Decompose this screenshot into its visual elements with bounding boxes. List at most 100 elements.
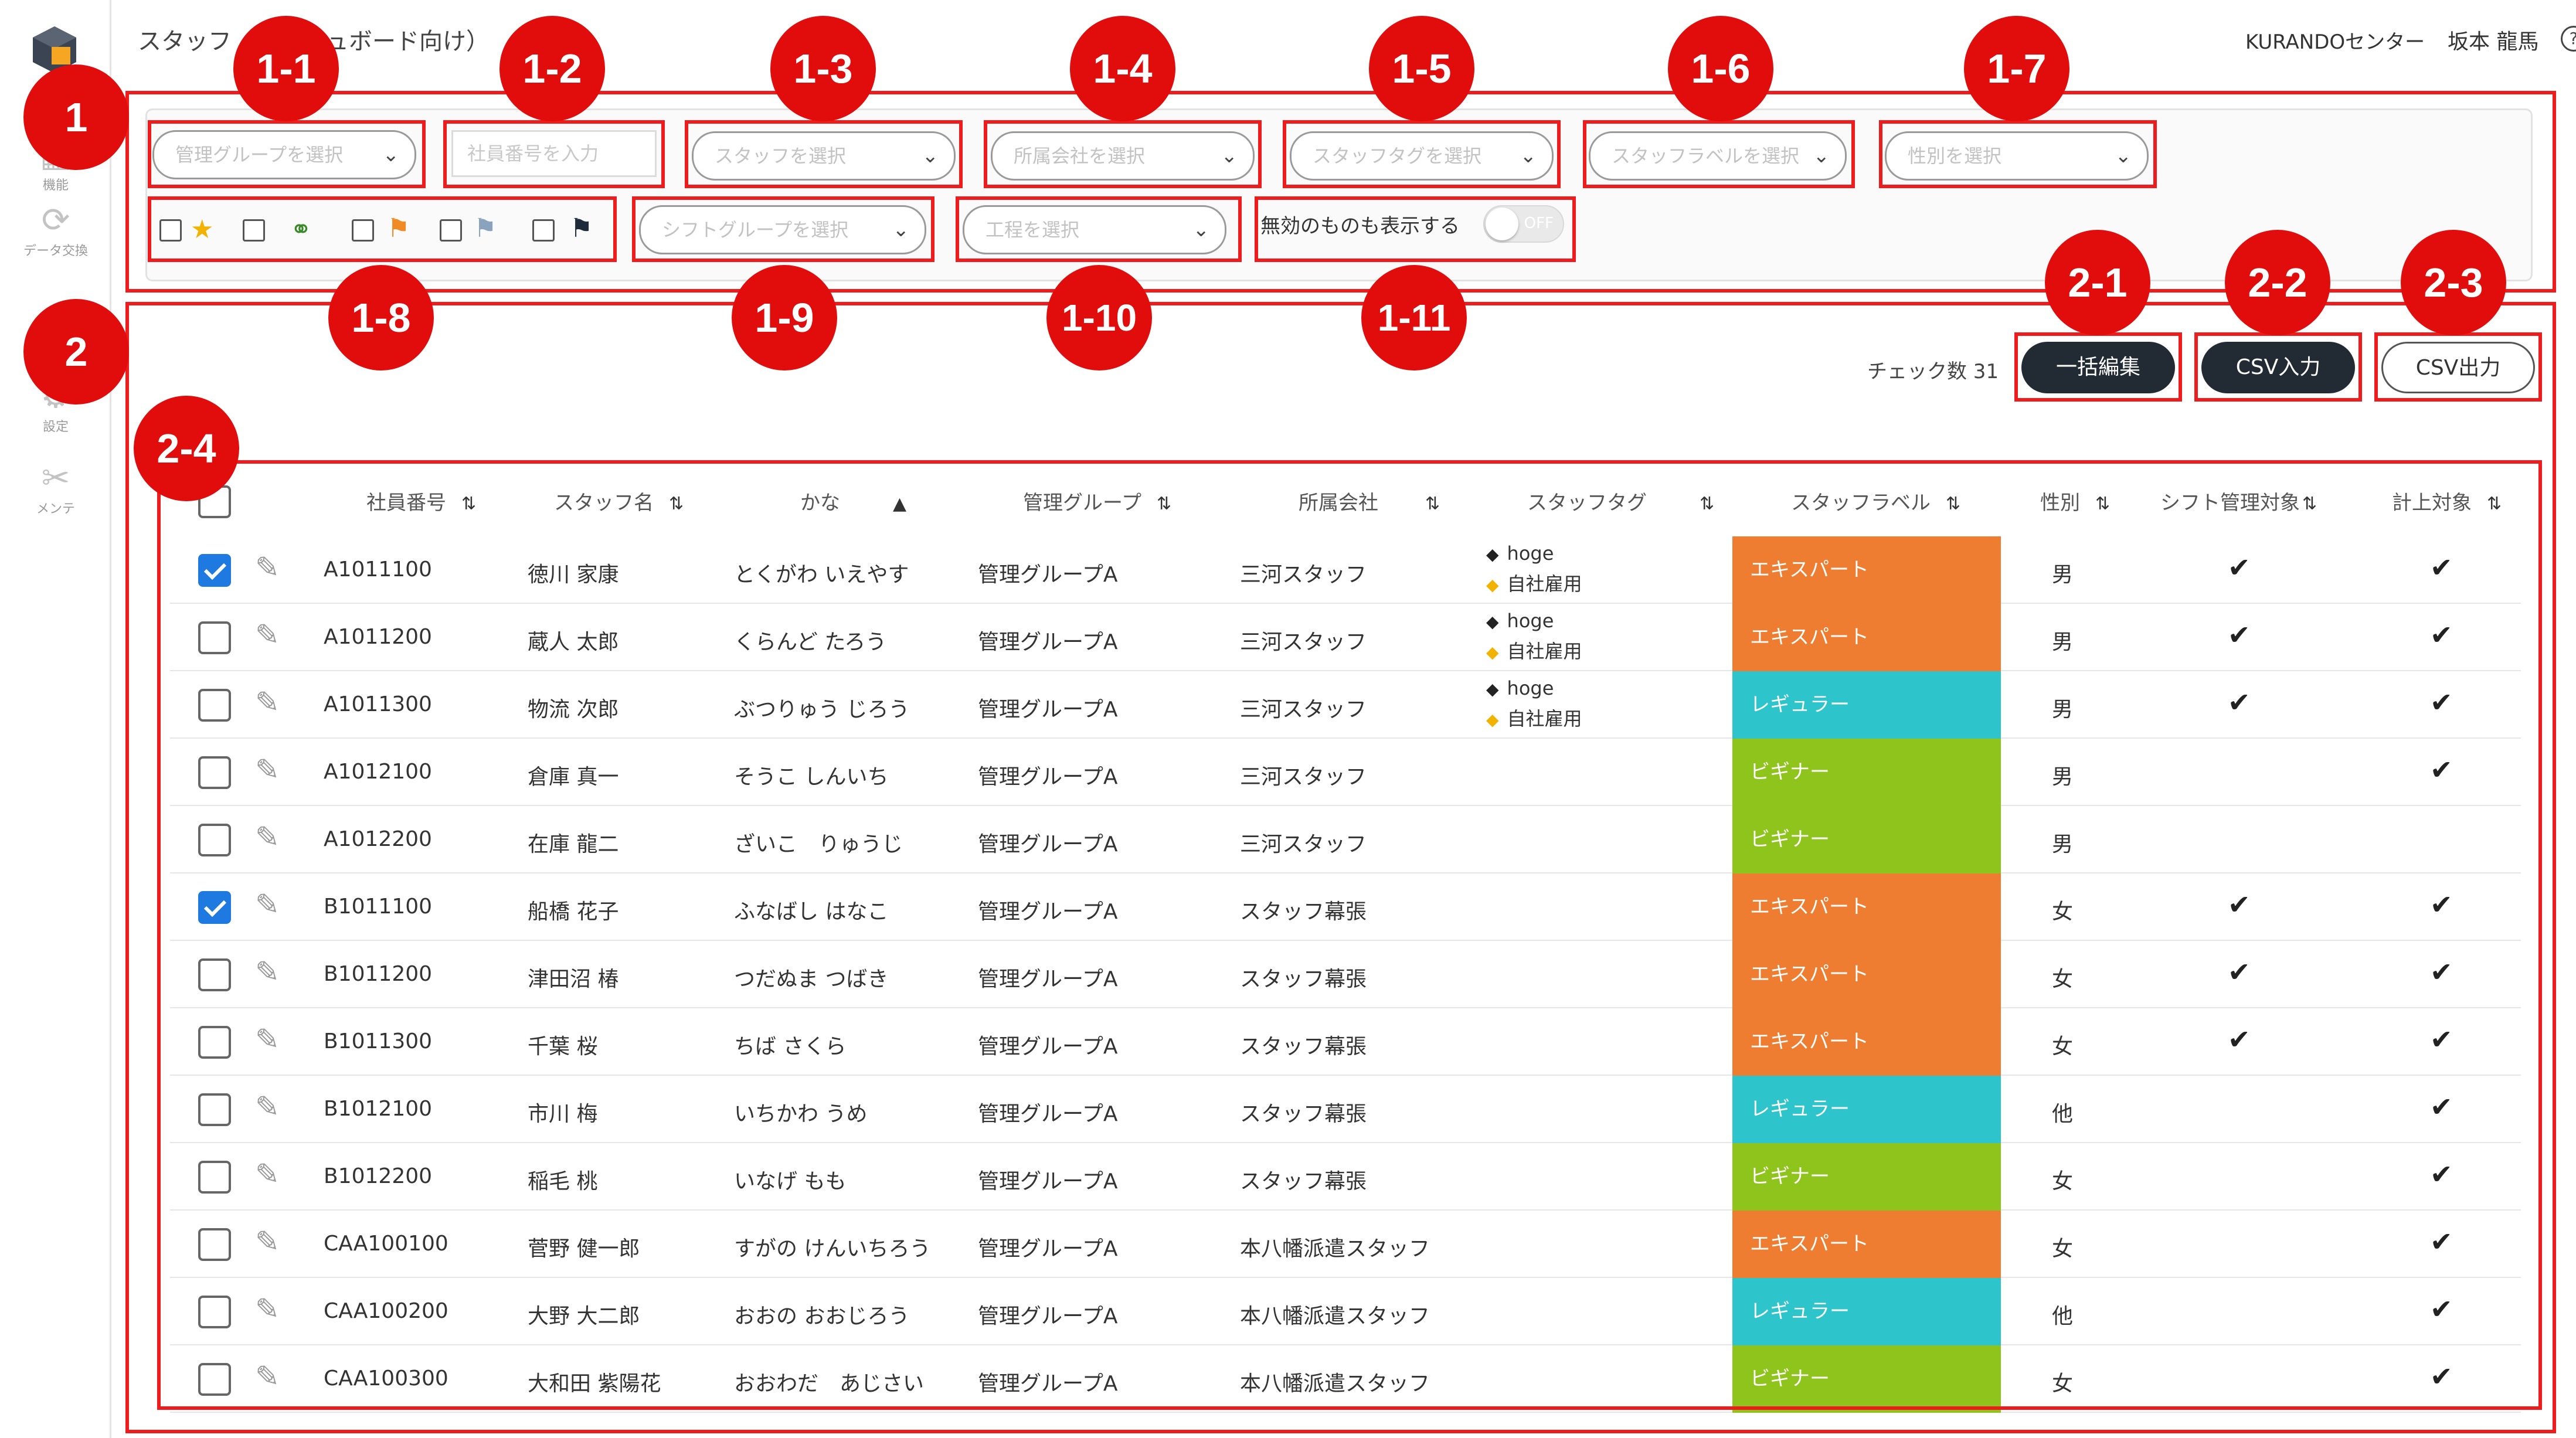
row-checkbox[interactable] [198, 689, 231, 722]
cell-employee-no: A1012200 [324, 827, 432, 851]
flag-checkbox-people[interactable] [243, 219, 265, 242]
sidebar-item-label: データ交換 [23, 244, 88, 259]
annotation-badge-1-8: 1-8 [328, 265, 434, 370]
cell-company: 三河スタッフ [1240, 698, 1367, 722]
row-checkbox[interactable] [198, 958, 231, 991]
row-checkbox[interactable] [198, 1363, 231, 1396]
annotation-badge-1-9: 1-9 [732, 265, 837, 370]
row-checkbox[interactable] [198, 1228, 231, 1261]
staff-label-select[interactable]: スタッフラベルを選択 ⌄ [1589, 131, 1847, 181]
cell-employee-no: B1012100 [324, 1097, 433, 1121]
edit-pencil-icon[interactable]: ✎ [255, 550, 280, 584]
edit-pencil-icon[interactable]: ✎ [255, 1292, 280, 1326]
user-name[interactable]: 坂本 龍馬 [2448, 25, 2538, 55]
row-checkbox[interactable] [198, 1026, 231, 1059]
table-row[interactable]: ✎ A1011200 蔵人 太郎 くらんど たろう 管理グループA 三河スタッフ ◆ hoge… [170, 604, 2521, 671]
table-row[interactable]: ✎ B1011200 津田沼 椿 つだぬま つばき 管理グループA スタッフ幕張 エキスパー… [170, 941, 2521, 1008]
row-checkbox[interactable] [198, 891, 231, 924]
table-row[interactable]: ✎ CAA100300 大和田 紫陽花 おおわだ あじさい 管理グループA 本八幡派遣スタ… [170, 1345, 2521, 1413]
count-target-check-icon: ✔ [2430, 1226, 2453, 1257]
row-checkbox[interactable] [198, 1161, 231, 1194]
edit-pencil-icon[interactable]: ✎ [255, 1090, 280, 1124]
employee-number-input[interactable] [451, 130, 657, 177]
show-invalid-toggle[interactable]: OFF [1483, 205, 1564, 243]
flag-checkbox-gray[interactable] [440, 219, 462, 242]
sort-icon: ⇅ [1156, 494, 1172, 514]
cell-employee-no: CAA100300 [324, 1366, 448, 1391]
table-row[interactable]: ✎ A1012200 在庫 龍二 ざいこ りゅうじ 管理グループA 三河スタッフ ビギナー 男 [170, 806, 2521, 873]
gender-select[interactable]: 性別を選択 ⌄ [1885, 131, 2149, 181]
tag-label: hoge [1507, 610, 1554, 632]
flag-icon: ⚑ [570, 213, 593, 243]
table-row[interactable]: ✎ B1012100 市川 梅 いちかわ うめ 管理グループA スタッフ幕張 レギュラー 他 ✔ [170, 1076, 2521, 1143]
sidebar-item-data-exchange[interactable]: ⟳ データ交換 [0, 199, 111, 259]
row-checkbox[interactable] [198, 621, 231, 654]
edit-pencil-icon[interactable]: ✎ [255, 1225, 280, 1259]
staff-label-badge: ビギナー [1732, 806, 2001, 873]
cell-company: 三河スタッフ [1240, 563, 1367, 587]
flag-checkbox-navy[interactable] [532, 219, 555, 242]
select-placeholder: スタッフタグを選択 [1313, 145, 1482, 167]
column-header-staff-label[interactable]: スタッフラベル ⇅ [1791, 487, 1960, 515]
column-header-gender[interactable]: 性別 ⇅ [2040, 487, 2110, 515]
table-row[interactable]: ✎ A1012100 倉庫 真一 そうこ しんいち 管理グループA 三河スタッフ ビギナー 男… [170, 739, 2521, 806]
staff-select[interactable]: スタッフを選択 ⌄ [692, 131, 956, 181]
cell-management-group: 管理グループA [978, 765, 1118, 789]
header: スタッフ（ダッシュボード向け） KURANDOセンター 坂本 龍馬 ? ⇥ [111, 0, 2576, 82]
table-row[interactable]: ✎ CAA100100 菅野 健一郎 すがの けんいちろう 管理グループA 本八幡派遣スタ… [170, 1211, 2521, 1278]
flag-checkbox-orange[interactable] [352, 219, 374, 242]
column-header-management-group[interactable]: 管理グループ ⇅ [1023, 487, 1171, 515]
table-row[interactable]: ✎ A1011300 物流 次郎 ぶつりゅう じろう 管理グループA 三河スタッフ ◆ hog… [170, 671, 2521, 739]
annotation-badge-1-2: 1-2 [499, 16, 605, 121]
column-header-staff-tag[interactable]: スタッフタグ ⇅ [1527, 487, 1714, 515]
cell-company: スタッフ幕張 [1240, 1035, 1367, 1059]
table-row[interactable]: ✎ CAA100200 大野 大二郎 おおの おおじろう 管理グループA 本八幡派遣スタッ… [170, 1278, 2521, 1345]
row-checkbox[interactable] [198, 756, 231, 789]
column-header-staff-name[interactable]: スタッフ名 ⇅ [554, 487, 684, 515]
table-row[interactable]: ✎ B1011100 船橋 花子 ふなばし はなこ 管理グループA スタッフ幕張 エキスパー… [170, 873, 2521, 941]
shift-group-select[interactable]: シフトグループを選択 ⌄ [639, 205, 926, 254]
column-header-kana[interactable]: かな ▲ [800, 487, 906, 515]
flag-checkbox-star[interactable] [159, 219, 182, 242]
process-select[interactable]: 工程を選択 ⌄ [963, 205, 1226, 254]
edit-pencil-icon[interactable]: ✎ [255, 1157, 280, 1191]
count-target-check-icon: ✔ [2430, 1091, 2453, 1123]
cell-staff-name: 千葉 桜 [528, 1035, 598, 1059]
csv-export-button[interactable]: CSV出力 [2381, 342, 2535, 393]
edit-pencil-icon[interactable]: ✎ [255, 753, 280, 787]
row-checkbox[interactable] [198, 554, 231, 587]
cell-management-group: 管理グループA [978, 832, 1118, 856]
table-row[interactable]: ✎ B1011300 千葉 桜 ちば さくら 管理グループA スタッフ幕張 エキスパート 女 ✔… [170, 1008, 2521, 1076]
edit-pencil-icon[interactable]: ✎ [255, 618, 280, 652]
table-row[interactable]: ✎ A1011100 徳川 家康 とくがわ いえやす 管理グループA 三河スタッフ ◆ hog… [170, 536, 2521, 604]
row-checkbox[interactable] [198, 824, 231, 856]
edit-pencil-icon[interactable]: ✎ [255, 685, 280, 719]
csv-import-button[interactable]: CSV入力 [2201, 342, 2355, 393]
cell-staff-name: 倉庫 真一 [528, 765, 619, 789]
edit-pencil-icon[interactable]: ✎ [255, 820, 280, 854]
edit-pencil-icon[interactable]: ✎ [255, 888, 280, 922]
column-header-count-target[interactable]: 計上対象 ⇅ [2392, 487, 2502, 515]
column-header-employee-no[interactable]: 社員番号 ⇅ [366, 487, 476, 515]
management-group-select[interactable]: 管理グループを選択 ⌄ [152, 130, 416, 179]
annotation-badge-2-2: 2-2 [2225, 230, 2330, 335]
sidebar-item-maintenance[interactable]: ✂ メンテ [0, 457, 111, 517]
column-header-company[interactable]: 所属会社 ⇅ [1299, 487, 1440, 515]
count-target-check-icon: ✔ [2430, 754, 2453, 786]
column-header-shift-target[interactable]: シフト管理対象 ⇅ [2160, 487, 2317, 515]
edit-pencil-icon[interactable]: ✎ [255, 1359, 280, 1393]
edit-pencil-icon[interactable]: ✎ [255, 1022, 280, 1056]
company-select[interactable]: 所属会社を選択 ⌄ [991, 131, 1255, 181]
cell-kana: くらんど たろう [734, 630, 887, 654]
edit-pencil-icon[interactable]: ✎ [255, 955, 280, 989]
help-circle-icon[interactable]: ? [2561, 26, 2576, 52]
staff-tag-select[interactable]: スタッフタグを選択 ⌄ [1290, 131, 1554, 181]
row-checkbox[interactable] [198, 1093, 231, 1126]
bulk-edit-button[interactable]: 一括編集 [2021, 342, 2175, 393]
staff-label-badge: ビギナー [1732, 1143, 2001, 1211]
staff-tag: ◆ 自社雇用 [1486, 704, 1582, 731]
row-checkbox[interactable] [198, 1296, 231, 1328]
cell-employee-no: CAA100200 [324, 1299, 448, 1323]
center-name[interactable]: KURANDOセンター [2245, 26, 2425, 55]
table-row[interactable]: ✎ B1012200 稲毛 桃 いなげ もも 管理グループA スタッフ幕張 ビギナー 女 ✔ [170, 1143, 2521, 1211]
